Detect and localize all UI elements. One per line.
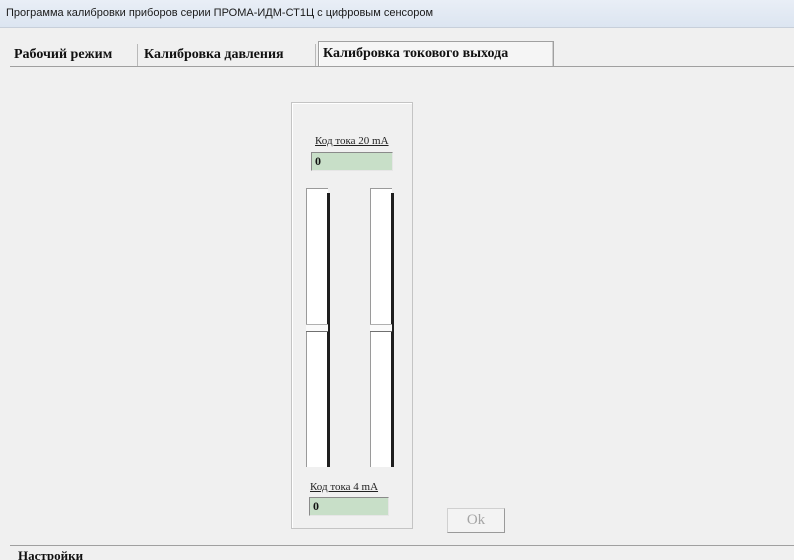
code-20ma-label: Код тока 20 mA [315, 135, 389, 147]
window-title: Программа калибровки приборов серии ПРОМ… [6, 7, 434, 19]
slider-right[interactable] [370, 188, 394, 467]
code-4ma-label: Код тока 4 mA [310, 481, 379, 493]
tab-current-output-calibration[interactable]: Калибровка токового выхода [318, 41, 554, 67]
tab-strip: Рабочий режим Калибровка давления Калибр… [10, 41, 794, 67]
tab-working-mode[interactable]: Рабочий режим [10, 44, 138, 66]
ok-button[interactable]: Ok [447, 508, 505, 533]
tab-pressure-calibration[interactable]: Калибровка давления [140, 44, 316, 66]
settings-group-label: Настройки [18, 548, 84, 560]
slider-left[interactable] [306, 188, 330, 467]
code-20ma-field[interactable]: 0 [311, 152, 393, 171]
window-titlebar: Программа калибровки приборов серии ПРОМ… [0, 0, 794, 28]
slider-right-thumb[interactable] [370, 324, 392, 332]
settings-group: Настройки [10, 545, 794, 560]
code-4ma-field[interactable]: 0 [309, 497, 389, 516]
slider-left-thumb[interactable] [306, 324, 328, 332]
